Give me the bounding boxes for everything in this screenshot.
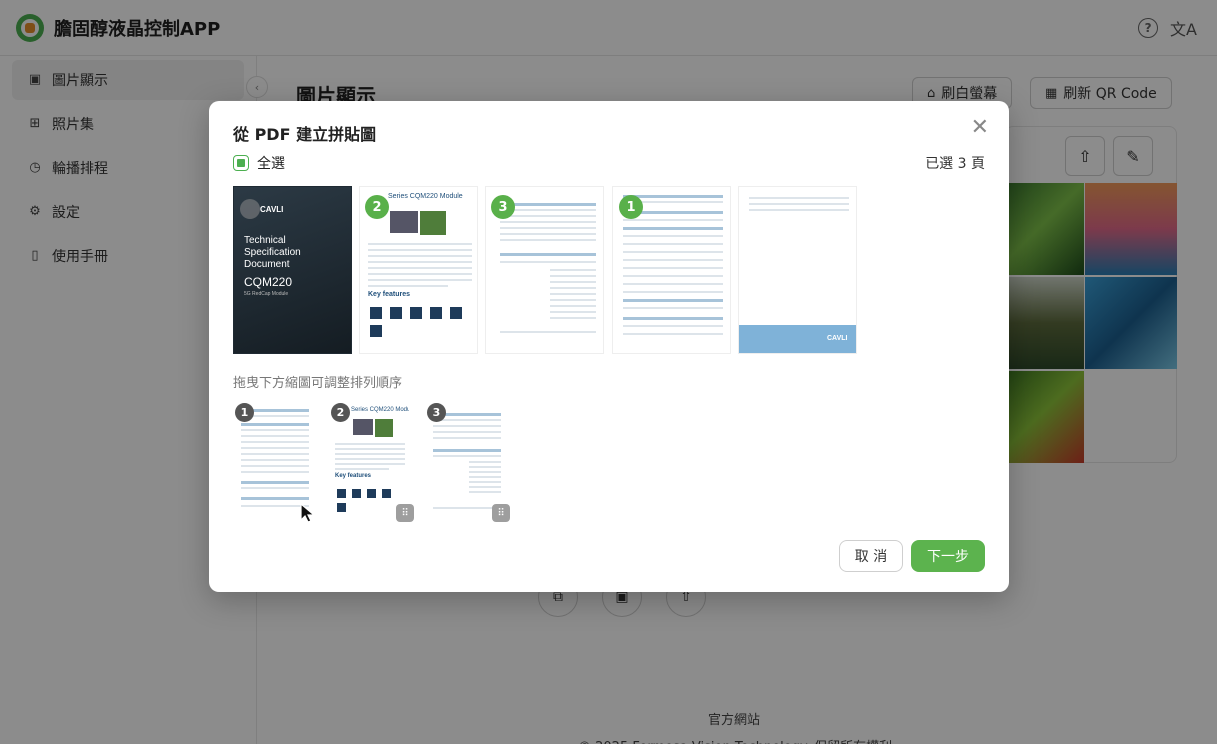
pdf-page-thumbnail[interactable]: CAVLI [738, 186, 857, 354]
pdf-collage-dialog: 從 PDF 建立拼貼圖 ✕ 全選 已選 3 頁 CAVLI Technical … [209, 101, 1009, 592]
drag-handle-icon[interactable]: ⠿ [396, 504, 414, 522]
cancel-button[interactable]: 取 消 [839, 540, 903, 572]
module-image [420, 211, 446, 235]
features-heading: Key features [335, 473, 372, 479]
page-order-badge: 2 [365, 195, 389, 219]
module-image [390, 211, 418, 233]
page-unselected-marker [240, 199, 260, 219]
brand-text: CAVLI [260, 205, 284, 214]
cover-text: Technical [244, 235, 286, 246]
dialog-title: 從 PDF 建立拼貼圖 [233, 125, 377, 144]
cover-text: Specification [244, 247, 301, 258]
pdf-page-thumbnail[interactable]: 1 [612, 186, 731, 354]
pdf-page-thumbnail[interactable]: Series CQM220 Module Key features 2 [359, 186, 478, 354]
page-order-badge: 1 [619, 195, 643, 219]
reorder-hint: 拖曳下方縮圖可調整排列順序 [233, 376, 403, 391]
page-heading: Series CQM220 Module [388, 193, 463, 200]
drag-handle-icon[interactable]: ⠿ [492, 504, 510, 522]
cover-text: Document [244, 259, 290, 270]
checkbox-icon [233, 155, 249, 171]
reorder-order-badge: 1 [235, 403, 254, 422]
selected-count: 已選 3 頁 [925, 156, 985, 172]
reorder-order-badge: 2 [331, 403, 350, 422]
next-step-button[interactable]: 下一步 [911, 540, 985, 572]
reorder-order-badge: 3 [427, 403, 446, 422]
cover-text: CQM220 [244, 275, 293, 289]
pdf-page-thumbnail[interactable]: CAVLI Technical Specification Document C… [233, 186, 352, 354]
close-icon[interactable]: ✕ [971, 117, 989, 139]
page-heading: Series CQM220 Module [351, 407, 409, 413]
select-all-checkbox[interactable]: 全選 [233, 153, 285, 173]
pdf-page-thumbnail[interactable]: 3 [485, 186, 604, 354]
mouse-cursor-icon [300, 502, 316, 523]
page-order-badge: 3 [491, 195, 515, 219]
cover-text: 5G RedCap Module [244, 291, 289, 297]
features-heading: Key features [368, 291, 411, 298]
